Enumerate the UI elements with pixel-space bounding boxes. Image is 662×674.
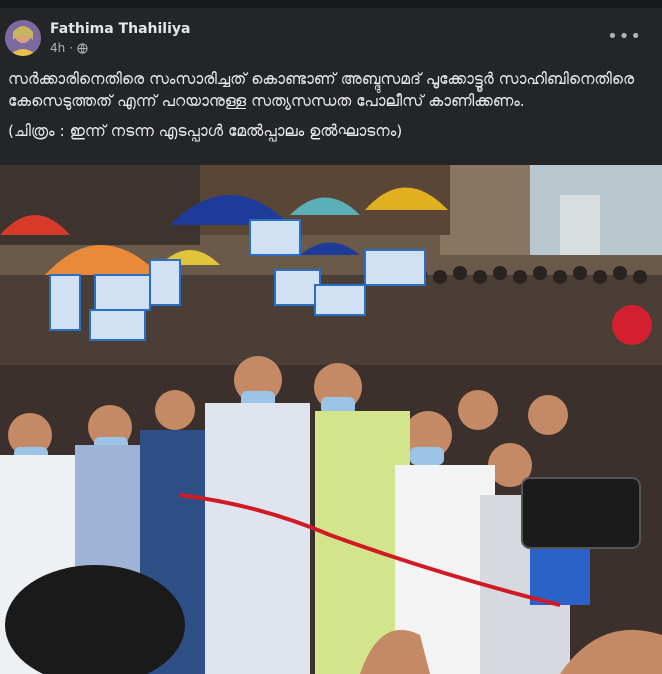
author-name[interactable]: Fathima Thahiliya — [50, 21, 190, 37]
post-meta: 4h · — [50, 41, 88, 55]
post-header: Fathima Thahiliya 4h · ••• — [0, 8, 662, 60]
dot-separator: · — [69, 41, 74, 55]
post-time[interactable]: 4h — [50, 41, 65, 55]
more-options-icon[interactable]: ••• — [607, 26, 642, 47]
post-photo[interactable] — [0, 165, 662, 674]
top-bar — [0, 0, 662, 8]
post-caption: (ചിത്രം : ഇന്ന് നടന്ന എടപ്പാൾ മേൽപ്പാലം … — [8, 122, 403, 140]
globe-icon[interactable] — [77, 42, 88, 54]
post-message: സർക്കാരിനെതിരെ സംസാരിച്ചത് കൊണ്ടാണ് അബ്ദ… — [8, 70, 635, 110]
avatar[interactable] — [5, 20, 41, 56]
post-body: സർക്കാരിനെതിരെ സംസാരിച്ചത് കൊണ്ടാണ് അബ്ദ… — [8, 68, 656, 142]
